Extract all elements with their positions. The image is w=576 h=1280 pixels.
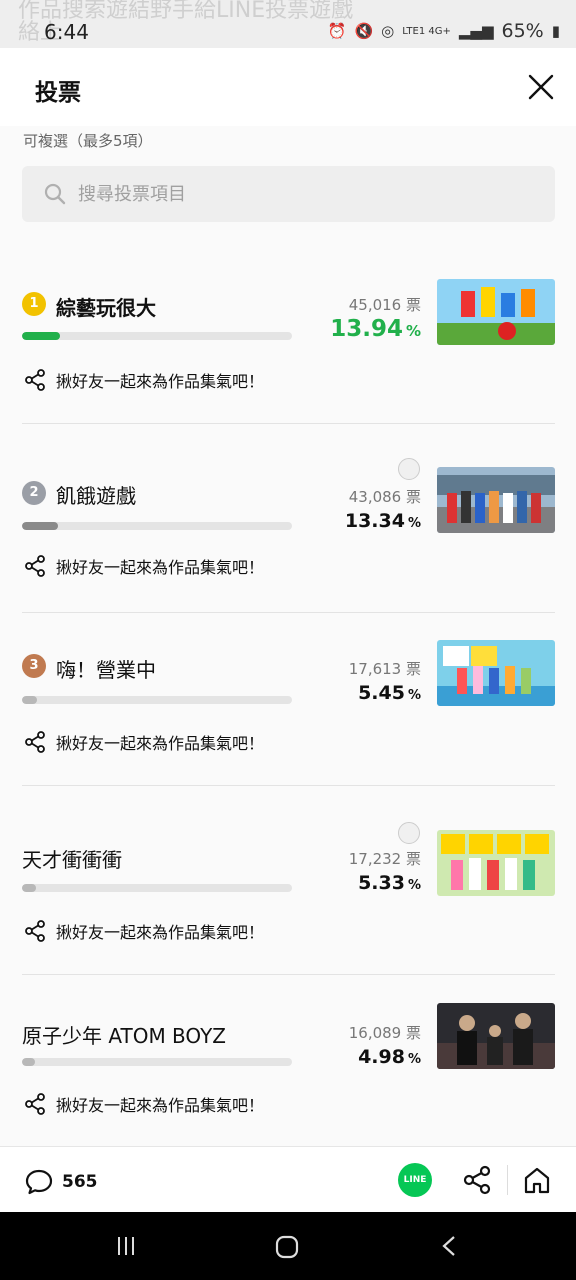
multi-select-hint: 可複選（最多5項） bbox=[23, 132, 153, 150]
thumbnail-image[interactable] bbox=[437, 640, 555, 706]
share-icon bbox=[25, 369, 45, 391]
vote-progress-fill bbox=[22, 522, 59, 530]
search-icon bbox=[44, 183, 66, 205]
vote-percent-value: 13.34 bbox=[344, 510, 405, 532]
share-text: 揪好友一起來為作品集氣吧！ bbox=[56, 372, 265, 391]
rank-badge-bronze: 3 bbox=[22, 654, 46, 678]
percent-symbol: % bbox=[407, 516, 421, 531]
battery-icon: ▮ bbox=[551, 22, 560, 40]
percent-symbol: % bbox=[405, 322, 421, 340]
divider bbox=[22, 785, 555, 786]
vote-percent-value: 4.98 bbox=[358, 1046, 405, 1068]
share-link[interactable]: 揪好友一起來為作品集氣吧！ bbox=[24, 1092, 264, 1116]
battery-level: 65% bbox=[501, 20, 544, 42]
vote-progress-bar bbox=[22, 696, 292, 704]
share-text: 揪好友一起來為作品集氣吧！ bbox=[56, 1096, 265, 1115]
home-button-icon[interactable] bbox=[274, 1234, 300, 1260]
vote-percent: 4.98% bbox=[358, 1046, 421, 1068]
comment-button[interactable]: 565 bbox=[24, 1167, 98, 1197]
comment-count: 565 bbox=[62, 1172, 98, 1192]
close-icon[interactable] bbox=[526, 72, 556, 102]
share-link[interactable]: 揪好友一起來為作品集氣吧！ bbox=[24, 730, 264, 754]
percent-symbol: % bbox=[407, 688, 421, 703]
thumbnail-image[interactable] bbox=[437, 830, 555, 896]
voter-avatar-icon bbox=[398, 822, 420, 844]
vote-count: 17,232 票 bbox=[348, 850, 421, 868]
vote-item-name: 綜藝玩很大 bbox=[56, 296, 156, 320]
vote-item-name: 天才衝衝衝 bbox=[22, 848, 122, 872]
signal-icon: ▂▄▆ bbox=[458, 22, 494, 40]
vote-item[interactable]: 2 飢餓遊戲 43,086 票 13.34% 揪好友一起來為作品集氣吧！ bbox=[0, 456, 576, 606]
vote-progress-bar bbox=[22, 1058, 292, 1066]
vote-progress-fill bbox=[22, 332, 60, 340]
vote-count: 43,086 票 bbox=[348, 488, 421, 506]
divider bbox=[22, 612, 555, 613]
bottom-bar: 565 LINE bbox=[0, 1146, 576, 1212]
voter-avatar-icon bbox=[398, 458, 420, 480]
vote-progress-fill bbox=[22, 696, 37, 704]
share-link[interactable]: 揪好友一起來為作品集氣吧！ bbox=[24, 554, 264, 578]
percent-symbol: % bbox=[407, 878, 421, 893]
vote-progress-fill bbox=[22, 884, 37, 892]
vote-item[interactable]: 原子少年 ATOM BOYZ 16,089 票 4.98% 揪好友一起來為作品集… bbox=[0, 998, 576, 1138]
hotspot-icon: ◎ bbox=[381, 22, 395, 40]
share-text: 揪好友一起來為作品集氣吧！ bbox=[56, 923, 265, 942]
network-label: LTE1 4G+ bbox=[402, 25, 451, 37]
recent-apps-icon[interactable] bbox=[114, 1234, 138, 1258]
vote-content: 可複選（最多5項） 1 綜藝玩很大 45,016 票 13.94% bbox=[0, 126, 576, 1146]
comment-icon bbox=[25, 1169, 53, 1195]
status-icons: ⏰ 🔇 ◎ LTE1 4G+ ▂▄▆ 65% ▮ bbox=[328, 20, 560, 42]
share-text: 揪好友一起來為作品集氣吧！ bbox=[56, 734, 265, 753]
share-link[interactable]: 揪好友一起來為作品集氣吧！ bbox=[24, 919, 264, 943]
vote-percent-value: 5.33 bbox=[358, 872, 405, 894]
share-icon bbox=[25, 1093, 45, 1115]
vote-item-name: 嗨！營業中 bbox=[56, 658, 156, 682]
line-share-button[interactable]: LINE bbox=[398, 1163, 432, 1197]
rank-badge-silver: 2 bbox=[22, 481, 46, 505]
back-icon[interactable] bbox=[438, 1234, 462, 1258]
divider bbox=[22, 974, 555, 975]
thumbnail-image[interactable] bbox=[437, 1003, 555, 1069]
clock: 6:44 bbox=[44, 20, 89, 44]
share-link[interactable]: 揪好友一起來為作品集氣吧！ bbox=[24, 368, 264, 392]
vote-percent-value: 13.94 bbox=[330, 316, 403, 342]
share-text: 揪好友一起來為作品集氣吧！ bbox=[56, 558, 265, 577]
vote-progress-bar bbox=[22, 522, 292, 530]
vote-percent: 13.34% bbox=[345, 510, 421, 532]
vote-progress-bar bbox=[22, 332, 292, 340]
vote-count: 16,089 票 bbox=[348, 1024, 421, 1042]
alarm-icon: ⏰ bbox=[327, 22, 347, 40]
share-icon[interactable] bbox=[462, 1165, 492, 1195]
vote-progress-bar bbox=[22, 884, 292, 892]
divider bbox=[22, 423, 555, 424]
search-input[interactable] bbox=[78, 174, 538, 214]
vote-percent: 5.33% bbox=[358, 872, 421, 894]
page-header: 投票 bbox=[0, 48, 576, 126]
vote-item[interactable]: 3 嗨！營業中 17,613 票 5.45% 揪好友一起來為作品集氣吧！ bbox=[0, 636, 576, 786]
status-bar: 作品搜索遊結野手給LINE投票遊戲 絡上 6:44 ⏰ 🔇 ◎ LTE1 4G+… bbox=[0, 0, 576, 48]
vote-count: 17,613 票 bbox=[348, 660, 421, 678]
vote-count: 45,016 票 bbox=[348, 296, 421, 314]
page-title: 投票 bbox=[35, 80, 81, 106]
home-icon[interactable] bbox=[522, 1165, 552, 1195]
vote-item[interactable]: 1 綜藝玩很大 45,016 票 13.94% 揪好友一起來為作品集氣吧！ bbox=[0, 274, 576, 414]
system-nav-bar bbox=[0, 1212, 576, 1280]
thumbnail-image[interactable] bbox=[437, 467, 555, 533]
thumbnail-image[interactable] bbox=[437, 279, 555, 345]
vote-item[interactable]: 天才衝衝衝 17,232 票 5.33% bbox=[0, 820, 576, 970]
share-icon bbox=[25, 731, 45, 753]
search-box[interactable] bbox=[22, 166, 555, 222]
vote-progress-fill bbox=[22, 1058, 36, 1066]
rank-badge-gold: 1 bbox=[22, 292, 46, 316]
vote-percent: 5.45% bbox=[358, 682, 421, 704]
mute-icon: 🔇 bbox=[354, 22, 374, 40]
share-icon bbox=[25, 920, 45, 942]
vote-item-name: 原子少年 ATOM BOYZ bbox=[22, 1024, 226, 1048]
vote-percent: 13.94% bbox=[330, 316, 421, 342]
percent-symbol: % bbox=[407, 1052, 421, 1067]
divider bbox=[507, 1165, 508, 1195]
share-icon bbox=[25, 555, 45, 577]
vote-item-name: 飢餓遊戲 bbox=[56, 484, 136, 508]
vote-percent-value: 5.45 bbox=[358, 682, 405, 704]
